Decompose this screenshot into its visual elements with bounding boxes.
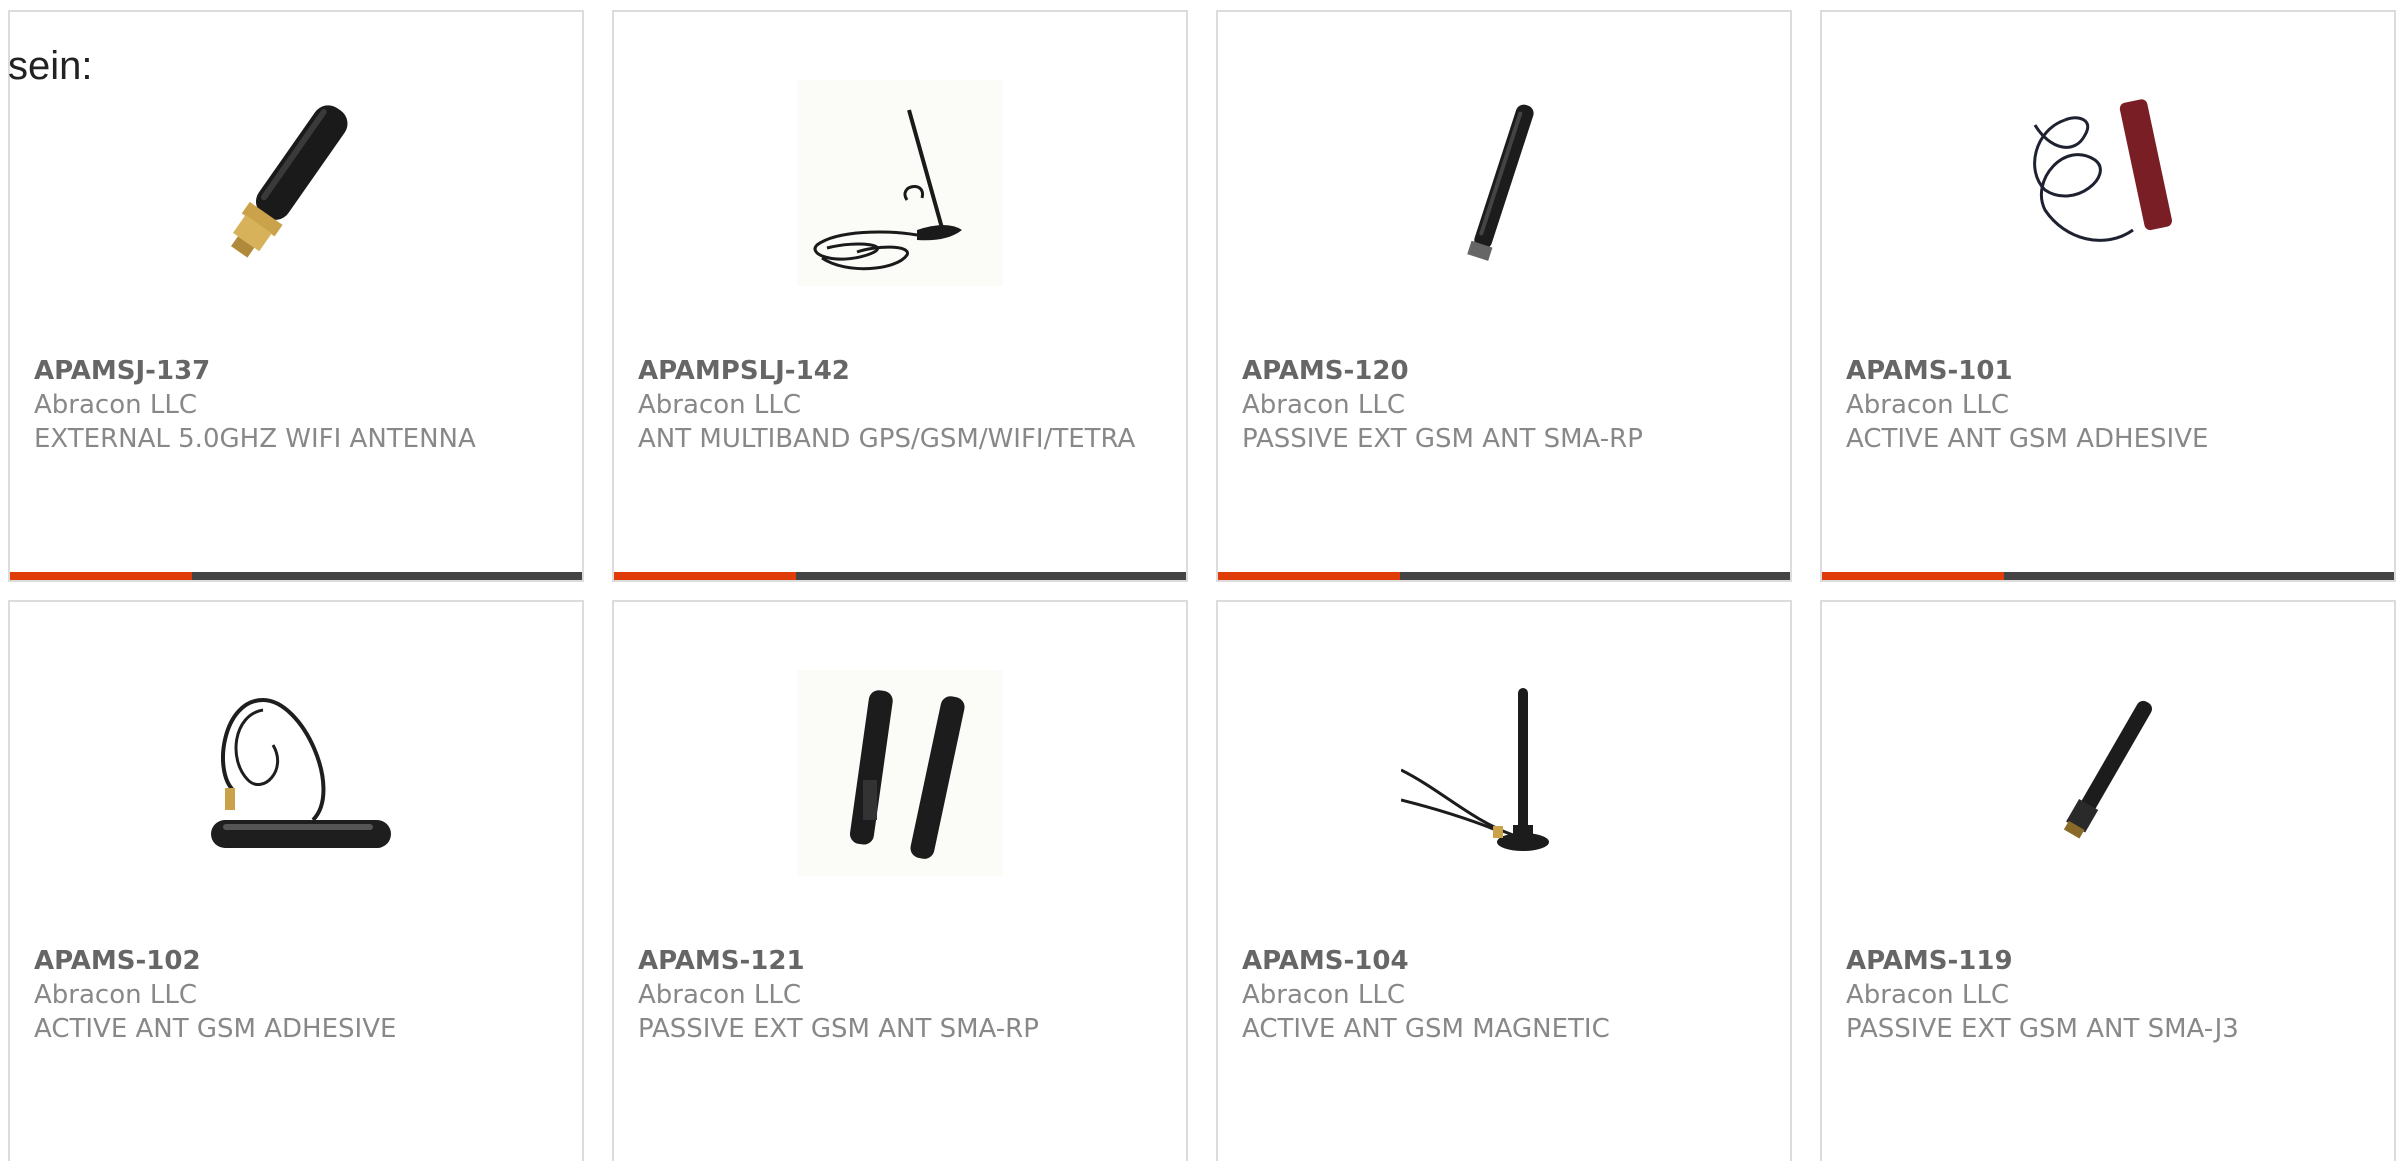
product-card[interactable]: APAMS-121 Abracon LLC PASSIVE EXT GSM AN…	[612, 600, 1188, 1161]
part-number[interactable]: APAMS-104	[1242, 944, 1409, 978]
description: ACTIVE ANT GSM ADHESIVE	[1846, 424, 2209, 454]
bar-accent	[1822, 572, 2004, 580]
product-card[interactable]: APAMSJ-137 Abracon LLC EXTERNAL 5.0GHZ W…	[8, 10, 584, 582]
bar-accent	[1218, 572, 1400, 580]
description: PASSIVE EXT GSM ANT SMA-RP	[1242, 424, 1643, 454]
manufacturer: Abracon LLC	[638, 980, 801, 1010]
part-number[interactable]: APAMPSLJ-142	[638, 354, 850, 388]
description: PASSIVE EXT GSM ANT SMA-J3	[1846, 1014, 2239, 1044]
manufacturer: Abracon LLC	[638, 390, 801, 420]
card-progress-bar	[614, 572, 1186, 580]
card-progress-bar	[1822, 572, 2394, 580]
product-image-magnetic-whip-antenna[interactable]	[1401, 670, 1607, 876]
product-image-short-whip-antenna[interactable]	[2005, 670, 2211, 876]
manufacturer: Abracon LLC	[34, 390, 197, 420]
product-card[interactable]: APAMS-101 Abracon LLC ACTIVE ANT GSM ADH…	[1820, 10, 2396, 582]
product-card[interactable]: APAMPSLJ-142 Abracon LLC ANT MULTIBAND G…	[612, 10, 1188, 582]
description: ACTIVE ANT GSM MAGNETIC	[1242, 1014, 1610, 1044]
part-number[interactable]: APAMS-121	[638, 944, 805, 978]
part-number[interactable]: APAMS-120	[1242, 354, 1409, 388]
product-image-flat-adhesive-antenna[interactable]	[193, 670, 399, 876]
card-progress-bar	[10, 572, 582, 580]
product-card[interactable]: APAMS-102 Abracon LLC ACTIVE ANT GSM ADH…	[8, 600, 584, 1161]
product-image-magnetic-base-antenna[interactable]	[797, 80, 1003, 286]
description: ANT MULTIBAND GPS/GSM/WIFI/TETRA	[638, 424, 1136, 454]
part-number[interactable]: APAMS-101	[1846, 354, 2013, 388]
bar-accent	[614, 572, 796, 580]
product-card[interactable]: APAMS-119 Abracon LLC PASSIVE EXT GSM AN…	[1820, 600, 2396, 1161]
manufacturer: Abracon LLC	[1242, 980, 1405, 1010]
description: ACTIVE ANT GSM ADHESIVE	[34, 1014, 397, 1044]
bar-accent	[10, 572, 192, 580]
manufacturer: Abracon LLC	[1242, 390, 1405, 420]
description: EXTERNAL 5.0GHZ WIFI ANTENNA	[34, 424, 476, 454]
product-image-stubby-sma-antenna[interactable]	[193, 80, 399, 286]
product-card[interactable]: APAMS-104 Abracon LLC ACTIVE ANT GSM MAG…	[1216, 600, 1792, 1161]
product-grid-page: sein: APAMSJ-137 Abracon LLC EXTERNAL 5.…	[0, 0, 2400, 1161]
part-number[interactable]: APAMS-119	[1846, 944, 2013, 978]
manufacturer: Abracon LLC	[1846, 390, 2009, 420]
product-image-whip-antenna[interactable]	[1401, 80, 1607, 286]
part-number[interactable]: APAMSJ-137	[34, 354, 210, 388]
description: PASSIVE EXT GSM ANT SMA-RP	[638, 1014, 1039, 1044]
card-progress-bar	[1218, 572, 1790, 580]
manufacturer: Abracon LLC	[1846, 980, 2009, 1010]
part-number[interactable]: APAMS-102	[34, 944, 201, 978]
product-image-adhesive-antenna[interactable]	[2005, 80, 2211, 286]
intro-text: sein:	[8, 44, 93, 88]
product-image-dual-antenna[interactable]	[797, 670, 1003, 876]
manufacturer: Abracon LLC	[34, 980, 197, 1010]
product-card[interactable]: APAMS-120 Abracon LLC PASSIVE EXT GSM AN…	[1216, 10, 1792, 582]
